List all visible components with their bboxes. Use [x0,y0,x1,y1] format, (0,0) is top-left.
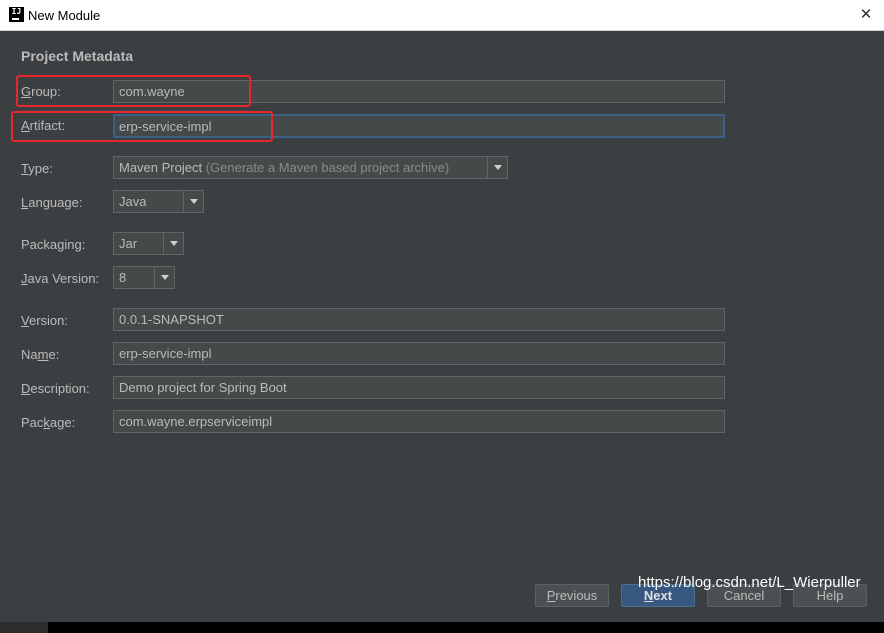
type-label: Type: [21,161,53,176]
artifact-field[interactable] [113,114,725,138]
dialog-content: Project Metadata Group: Artifact: Type: … [0,31,884,633]
language-label: Language: [21,195,83,210]
title-bar: IJ New Module ✕ [0,0,884,31]
packaging-combo[interactable]: Jar [113,232,184,255]
name-label: Name: [21,347,60,362]
bottom-strip-dark [48,622,884,633]
previous-button[interactable]: Previous [535,584,609,607]
window-title: New Module [28,8,101,23]
package-field[interactable] [113,410,725,433]
version-field[interactable] [113,308,725,331]
artifact-label: Artifact: [21,118,66,133]
name-field[interactable] [113,342,725,365]
close-icon[interactable]: ✕ [852,4,880,26]
watermark: https://blog.csdn.net/L_Wierpuller [638,574,861,591]
group-field[interactable] [113,80,725,103]
chevron-down-icon[interactable] [487,157,507,178]
section-title: Project Metadata [21,48,134,64]
chevron-down-icon[interactable] [183,191,203,212]
description-field[interactable] [113,376,725,399]
bottom-strip [0,622,48,633]
version-label: Version: [21,313,68,328]
type-combo[interactable]: Maven Project (Generate a Maven based pr… [113,156,508,179]
chevron-down-icon[interactable] [154,267,174,288]
java-version-label: Java Version: [21,271,100,286]
group-label: Group: [21,84,61,99]
chevron-down-icon[interactable] [163,233,183,254]
packaging-label: Packaging: [21,237,86,252]
package-label: Package: [21,415,76,430]
language-combo[interactable]: Java [113,190,204,213]
intellij-app-icon: IJ [9,7,24,22]
java-version-combo[interactable]: 8 [113,266,175,289]
description-label: Description: [21,381,90,396]
